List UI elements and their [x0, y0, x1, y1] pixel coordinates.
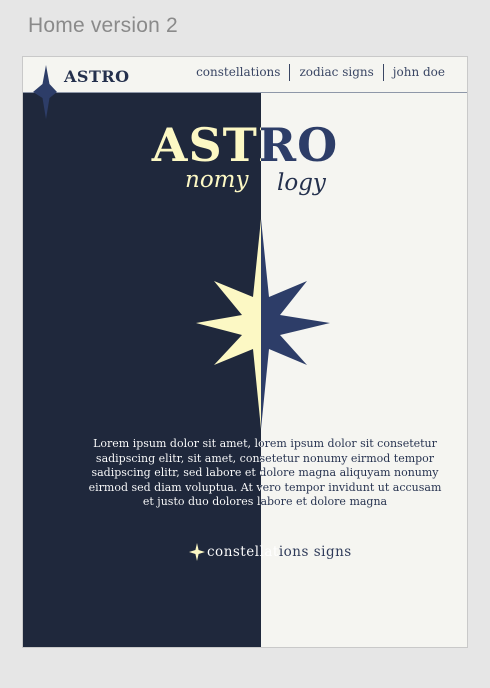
constellations-link-label: constellations signs [207, 544, 352, 560]
brand-logo-text[interactable]: ASTRO [64, 67, 130, 86]
logo-star-icon[interactable] [29, 65, 63, 119]
home-artboard: ASTRO constellations zodiac signs john d… [22, 56, 468, 648]
hero-title: ASTRO [23, 119, 467, 171]
hero-subtitle-right: logy [277, 170, 326, 196]
nav-item-user[interactable]: john doe [382, 64, 445, 81]
top-navigation-bar: ASTRO constellations zodiac signs john d… [23, 57, 467, 93]
constellations-link[interactable]: constellations signs [189, 541, 352, 563]
frame-label: Home version 2 [28, 14, 178, 37]
main-nav: constellations zodiac signs john doe [187, 64, 445, 81]
compass-star-icon [196, 219, 330, 429]
nav-item-zodiac-signs[interactable]: zodiac signs [289, 64, 382, 81]
intro-paragraph: Lorem ipsum dolor sit amet, lorem ipsum … [83, 437, 447, 510]
sparkle-icon [189, 543, 205, 561]
nav-item-constellations[interactable]: constellations [187, 64, 289, 81]
hero-subtitle-left: nomy [185, 167, 249, 193]
